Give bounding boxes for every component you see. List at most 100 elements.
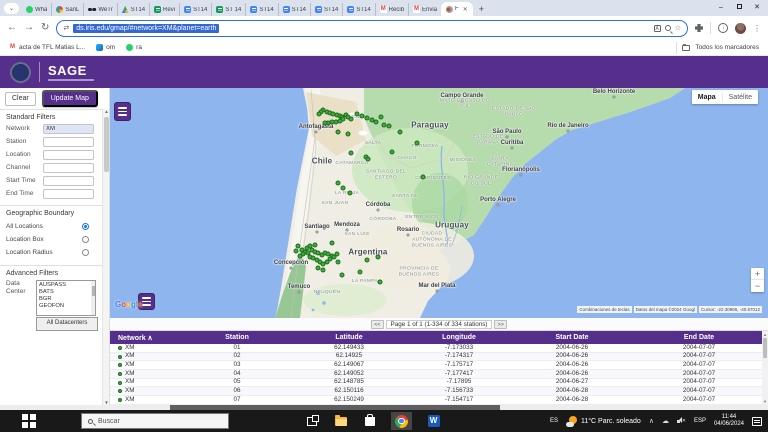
profile-avatar[interactable]: [735, 23, 746, 34]
download-icon[interactable]: ↓: [718, 23, 728, 33]
station-marker[interactable]: [340, 273, 345, 278]
station-marker[interactable]: [321, 268, 326, 273]
station-marker[interactable]: [335, 252, 340, 257]
network-input[interactable]: [43, 124, 94, 134]
browser-tab[interactable]: ST14: [310, 3, 342, 16]
close-window-button[interactable]: ✕: [748, 0, 766, 16]
chrome-button[interactable]: [391, 412, 412, 430]
zoom-out-button[interactable]: −: [751, 280, 764, 292]
maximize-button[interactable]: [730, 0, 748, 16]
minimize-button[interactable]: –: [712, 0, 730, 16]
browser-tab[interactable]: SanL: [51, 3, 83, 16]
table-row[interactable]: XM0462.149052-7.1774172004-06-262004-07-…: [110, 370, 768, 379]
file-explorer-button[interactable]: [333, 412, 348, 430]
column-header-latitude[interactable]: Latitude: [294, 334, 404, 341]
lens-search-icon[interactable]: [665, 25, 671, 31]
channel-input[interactable]: [43, 163, 94, 173]
boundary-option[interactable]: All Locations: [6, 223, 97, 230]
taskbar-search[interactable]: Buscar: [81, 413, 229, 429]
back-button[interactable]: ←: [7, 23, 17, 33]
end-time-input[interactable]: [43, 189, 94, 199]
boundary-option[interactable]: Location Box: [6, 236, 97, 243]
translate-icon[interactable]: A: [654, 25, 661, 32]
column-header-longitude[interactable]: Longitude: [404, 334, 514, 341]
browser-tab[interactable]: Recib: [375, 3, 408, 16]
station-marker[interactable]: [390, 150, 395, 155]
scroll-up-icon[interactable]: ▲: [103, 109, 110, 114]
url-text[interactable]: ds.iris.edu/gmap/#network=XM&planet=eart…: [73, 24, 219, 33]
hidden-icons-chevron[interactable]: ∧: [649, 418, 654, 425]
station-marker[interactable]: [379, 115, 384, 120]
station-marker[interactable]: [376, 255, 381, 260]
data-center-option[interactable]: AUSPASS: [37, 281, 91, 288]
browser-tab[interactable]: WeTr: [83, 3, 116, 16]
extensions-icon[interactable]: [695, 24, 703, 32]
table-row[interactable]: XM0562.148785-7.178952004-06-272004-07-0…: [110, 379, 768, 388]
browser-tab[interactable]: ST14: [117, 3, 149, 16]
table-scrollbar[interactable]: ▲ ▼: [762, 331, 768, 405]
sidebar-scrollbar[interactable]: ▲ ▼: [102, 109, 109, 405]
station-marker[interactable]: [358, 270, 363, 275]
station-marker[interactable]: [366, 157, 371, 162]
ime-indicator[interactable]: ESP: [694, 418, 706, 424]
bookmark-item[interactable]: om: [96, 44, 115, 51]
location-input[interactable]: [43, 150, 94, 160]
browser-tab[interactable]: ST14: [179, 3, 211, 16]
station-marker[interactable]: [323, 121, 328, 126]
browser-tab[interactable]: ST 14: [211, 3, 245, 16]
table-row[interactable]: XM0162.149433-7.1730332004-06-262004-07-…: [110, 344, 768, 353]
taskbar-clock[interactable]: 11:4404/06/2024: [714, 414, 744, 429]
table-row[interactable]: XM0662.150116-7.1567332004-06-282004-07-…: [110, 387, 768, 396]
bookmark-item[interactable]: ra: [126, 44, 142, 51]
data-center-option[interactable]: GEOFON: [37, 302, 91, 309]
clear-button[interactable]: Clear: [5, 92, 36, 106]
station-marker[interactable]: [294, 249, 299, 254]
data-center-option[interactable]: BGR: [37, 295, 91, 302]
address-bar[interactable]: ⇄ ds.iris.edu/gmap/#network=XM&planet=ea…: [56, 20, 688, 37]
data-center-option[interactable]: BATS: [37, 288, 91, 295]
radio-button[interactable]: [82, 249, 89, 256]
notification-center-icon[interactable]: [752, 417, 762, 426]
column-header-network[interactable]: Network ∧: [110, 334, 180, 342]
site-settings-icon[interactable]: ⇄: [63, 24, 69, 32]
station-marker[interactable]: [374, 120, 379, 125]
browser-tab[interactable]: Envia: [408, 3, 441, 16]
station-marker[interactable]: [317, 112, 322, 117]
store-button[interactable]: [362, 412, 377, 430]
tab-search-button[interactable]: ⌄: [4, 3, 19, 14]
start-time-input[interactable]: [43, 176, 94, 186]
browser-tab[interactable]: ST14: [245, 3, 277, 16]
station-marker[interactable]: [313, 243, 318, 248]
station-marker[interactable]: [336, 181, 341, 186]
scrollbar-thumb[interactable]: [104, 117, 109, 172]
station-marker[interactable]: [330, 241, 335, 246]
table-scroll-down-icon[interactable]: ▼: [762, 399, 768, 404]
radio-button[interactable]: [82, 223, 89, 230]
station-marker[interactable]: [341, 186, 346, 191]
browser-tab-active[interactable]: F ✕: [441, 2, 473, 16]
browser-menu-icon[interactable]: ⋮: [753, 24, 761, 33]
column-header-end-date[interactable]: End Date: [630, 334, 768, 341]
boundary-option[interactable]: Location Radius: [6, 249, 97, 256]
table-scroll-up-icon[interactable]: ▲: [762, 332, 768, 337]
station-marker[interactable]: [298, 254, 303, 259]
browser-tab[interactable]: Wha: [22, 3, 51, 16]
forward-button[interactable]: →: [24, 23, 34, 33]
column-header-start-date[interactable]: Start Date: [514, 334, 630, 341]
bookmark-star-icon[interactable]: ☆: [675, 25, 681, 32]
table-row[interactable]: XM0262.14925-7.1743172004-06-262004-07-0…: [110, 353, 768, 362]
task-view-button[interactable]: [304, 412, 319, 430]
language-indicator[interactable]: ES: [550, 418, 558, 424]
word-button[interactable]: W: [426, 412, 441, 430]
reload-button[interactable]: ↻: [41, 23, 49, 33]
weather-widget[interactable]: 11°C Parc. soleado: [566, 416, 641, 427]
all-bookmarks-label[interactable]: Todos los marcadores: [695, 44, 759, 51]
station-marker[interactable]: [336, 130, 341, 135]
next-page-button[interactable]: >>: [494, 320, 506, 329]
all-datacenters-button[interactable]: All Datacenters: [36, 317, 98, 331]
station-marker[interactable]: [398, 130, 403, 135]
browser-tab[interactable]: Revi: [149, 3, 179, 16]
station-marker[interactable]: [378, 280, 383, 285]
station-marker[interactable]: [349, 117, 354, 122]
station-marker[interactable]: [365, 258, 370, 263]
